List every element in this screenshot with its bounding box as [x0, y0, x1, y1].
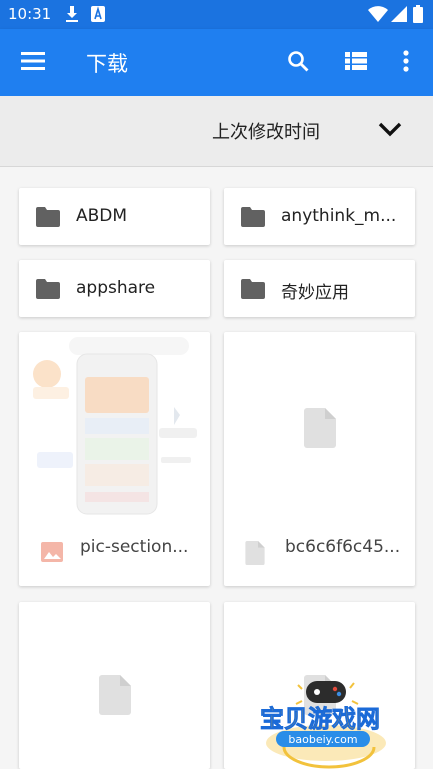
file-icon: [303, 407, 336, 452]
more-vert-icon: [403, 49, 409, 76]
app-bar: 下载: [0, 29, 433, 96]
folder-name: appshare: [76, 278, 156, 298]
folder-icon: [241, 279, 265, 303]
sort-label: 上次修改时间: [212, 122, 320, 143]
image-thumbnail: [19, 332, 210, 527]
status-bar: 10:31: [0, 0, 433, 29]
folder-name: ABDM: [76, 206, 128, 226]
folder-icon: [241, 207, 265, 231]
chevron-down-icon[interactable]: [376, 118, 404, 146]
file-item[interactable]: pic-section...: [19, 332, 210, 586]
file-icon: [98, 675, 131, 719]
folder-name: anythink_m...: [281, 206, 397, 226]
file-thumbnail: [19, 602, 210, 769]
menu-icon: [21, 51, 47, 75]
file-name: pic-section...: [80, 537, 189, 557]
more-options-button[interactable]: [390, 29, 422, 96]
image-icon: [40, 541, 64, 567]
folder-item[interactable]: ABDM: [19, 188, 210, 245]
folder-item[interactable]: appshare: [19, 260, 210, 317]
watermark-url: baobeiy.com: [288, 733, 357, 746]
folder-icon: [36, 207, 60, 231]
file-item[interactable]: [19, 602, 210, 769]
folder-item[interactable]: anythink_m...: [224, 188, 415, 245]
signal-icon: [390, 5, 408, 27]
watermark-title: 宝贝游戏网: [260, 705, 380, 733]
sort-bar[interactable]: 上次修改时间: [0, 96, 433, 167]
download-icon: [64, 5, 80, 27]
search-icon: [287, 50, 309, 76]
app-notification-icon: [90, 5, 106, 27]
search-button[interactable]: [276, 29, 320, 96]
app-title: 下载: [86, 52, 128, 76]
wifi-icon: [368, 5, 388, 27]
file-thumbnail: [224, 332, 415, 527]
file-icon: [245, 541, 265, 569]
folder-item[interactable]: 奇妙应用: [224, 260, 415, 317]
status-time: 10:31: [8, 5, 52, 23]
file-item[interactable]: bc6c6f6c45...: [224, 332, 415, 586]
list-view-icon: [345, 51, 367, 74]
folder-name: 奇妙应用: [281, 283, 349, 303]
battery-icon: [413, 5, 423, 27]
file-name: bc6c6f6c45...: [285, 537, 401, 557]
watermark-logo: 宝贝游戏网 baobeiy.com: [254, 675, 404, 769]
folder-icon: [36, 279, 60, 303]
view-mode-button[interactable]: [334, 29, 378, 96]
menu-button[interactable]: [12, 29, 56, 96]
